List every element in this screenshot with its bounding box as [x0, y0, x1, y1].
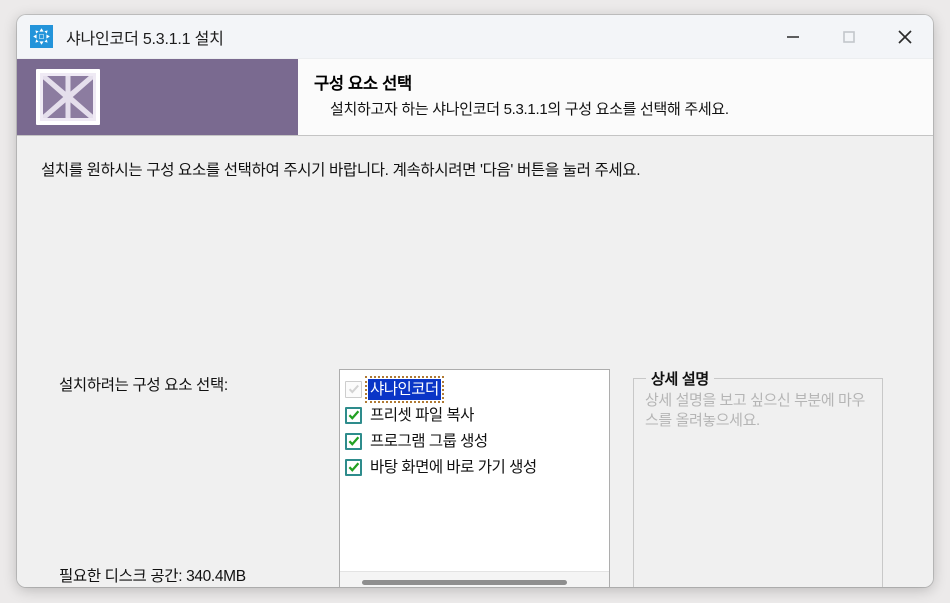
installer-window: 샤나인코더 5.3.1.1 설치 구성 요소 선택 설치하고자 하는 샤나인코더… — [17, 15, 933, 587]
maximize-icon[interactable] — [821, 15, 877, 58]
page-subtitle: 설치하고자 하는 샤나인코더 5.3.1.1의 구성 요소를 선택해 주세요. — [330, 101, 729, 118]
list-item[interactable]: 프리셋 파일 복사 — [345, 402, 609, 428]
components-list-items: 샤나인코더 프리셋 파일 복사 프로그램 그룹 생성 바탕 화면에 바로 가기 … — [340, 370, 609, 480]
intro-text: 설치를 원하시는 구성 요소를 선택하여 주시기 바랍니다. 계속하시려면 '다… — [41, 162, 641, 179]
window-controls — [765, 15, 933, 58]
list-item[interactable]: 프로그램 그룹 생성 — [345, 428, 609, 454]
page-title: 구성 요소 선택 — [314, 75, 412, 93]
components-label: 설치하려는 구성 요소 선택: — [59, 377, 228, 394]
scrollbar-thumb[interactable] — [362, 580, 567, 585]
header-text-block: 구성 요소 선택 설치하고자 하는 샤나인코더 5.3.1.1의 구성 요소를 … — [298, 59, 933, 135]
installer-logo — [36, 69, 100, 125]
checkbox-icon[interactable] — [345, 432, 362, 450]
description-group: 상세 설명 상세 설명을 보고 싶으신 부분에 마우스를 올려놓으세요. — [633, 368, 883, 587]
list-item-label: 프로그램 그룹 생성 — [370, 432, 488, 450]
title-bar: 샤나인코더 5.3.1.1 설치 — [17, 15, 933, 59]
minimize-icon[interactable] — [765, 15, 821, 58]
window-title: 샤나인코더 5.3.1.1 설치 — [66, 30, 224, 48]
horizontal-scrollbar[interactable] — [340, 571, 609, 587]
list-item-label: 프리셋 파일 복사 — [370, 406, 474, 424]
checkbox-icon[interactable] — [345, 458, 362, 476]
checkbox-icon[interactable] — [345, 406, 362, 424]
page-header: 구성 요소 선택 설치하고자 하는 샤나인코더 5.3.1.1의 구성 요소를 … — [17, 59, 933, 136]
description-legend: 상세 설명 — [646, 368, 714, 389]
close-icon[interactable] — [877, 15, 933, 58]
header-banner — [17, 59, 298, 135]
list-item[interactable]: 샤나인코더 — [345, 375, 609, 403]
page-body: 설치를 원하시는 구성 요소를 선택하여 주시기 바랍니다. 계속하시려면 '다… — [17, 136, 933, 587]
list-item[interactable]: 바탕 화면에 바로 가기 생성 — [345, 454, 609, 480]
components-list[interactable]: 샤나인코더 프리셋 파일 복사 프로그램 그룹 생성 바탕 화면에 바로 가기 … — [339, 369, 610, 587]
list-item-label: 샤나인코더 — [365, 375, 444, 403]
list-item-label: 바탕 화면에 바로 가기 생성 — [370, 458, 537, 476]
shana-encoder-icon — [30, 25, 53, 48]
checkbox-icon — [345, 380, 362, 398]
disk-space-text: 필요한 디스크 공간: 340.4MB — [59, 568, 246, 585]
